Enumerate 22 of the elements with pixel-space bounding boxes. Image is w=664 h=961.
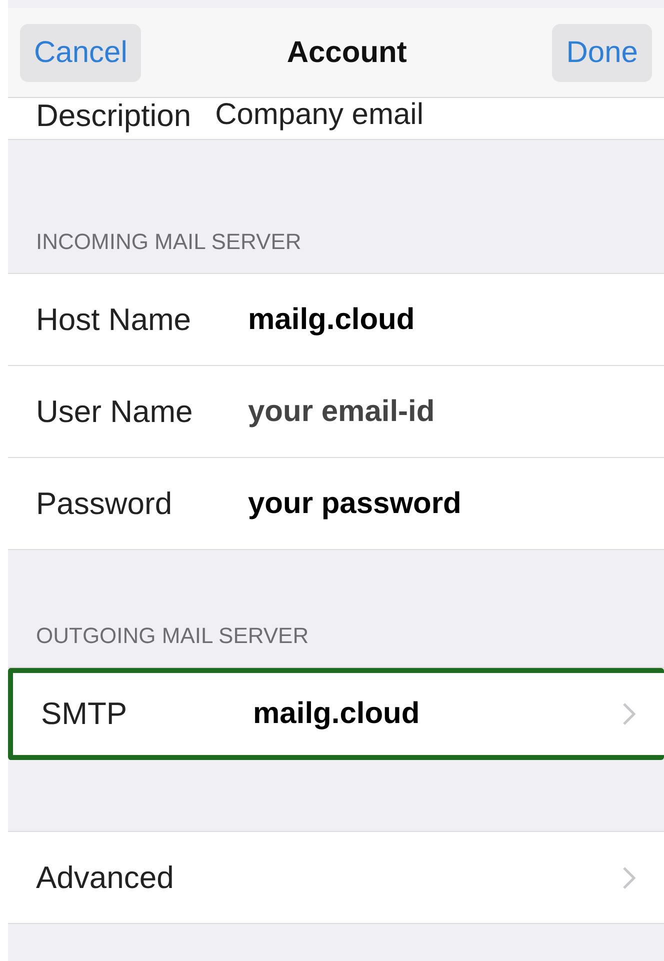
section-header: OUTGOING MAIL SERVER bbox=[36, 623, 309, 649]
chevron-icon bbox=[622, 702, 636, 726]
chevron-icon bbox=[622, 866, 636, 890]
settings-row[interactable]: Host Name mailg.cloud bbox=[8, 274, 664, 366]
row-value: your email-id bbox=[248, 394, 436, 428]
settings-row[interactable]: User Name your email-id bbox=[8, 366, 664, 458]
row-label: User Name bbox=[36, 394, 194, 430]
row-value: mailg.cloud bbox=[248, 302, 416, 336]
row-label: Description bbox=[36, 98, 192, 134]
row-value: mailg.cloud bbox=[253, 697, 421, 731]
row-label: Host Name bbox=[36, 302, 192, 338]
row-label: SMTP bbox=[41, 696, 128, 732]
row-value: Company email bbox=[215, 98, 424, 132]
settings-row[interactable]: SMTP mailg.cloud bbox=[8, 668, 664, 760]
navigation-title: Account bbox=[286, 36, 407, 70]
settings-row[interactable]: Password your password bbox=[8, 458, 664, 550]
settings-row[interactable]: Description Company email bbox=[8, 98, 664, 140]
section-header: INCOMING MAIL SERVER bbox=[36, 229, 302, 255]
row-label: Password bbox=[36, 486, 174, 522]
settings-row[interactable]: Advanced bbox=[8, 832, 664, 924]
row-value: your password bbox=[248, 486, 462, 520]
row-label: Advanced bbox=[36, 860, 175, 896]
